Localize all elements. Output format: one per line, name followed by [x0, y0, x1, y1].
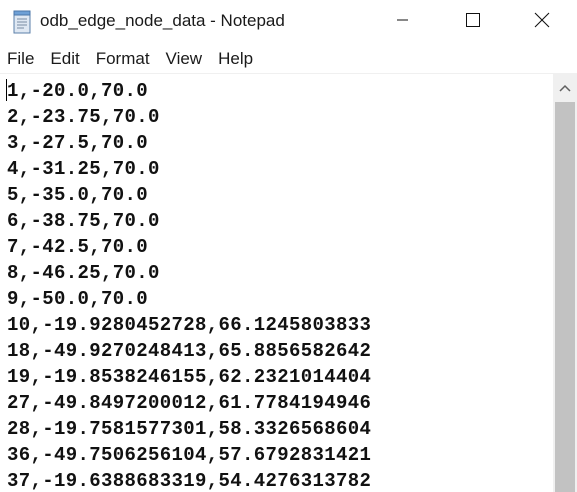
text-line: 8,-46.25,70.0 [7, 262, 160, 284]
title-bar[interactable]: odb_edge_node_data - Notepad [0, 0, 577, 44]
text-line: 6,-38.75,70.0 [7, 210, 160, 232]
text-line: 19,-19.8538246155,62.2321014404 [7, 366, 372, 388]
minimize-icon [397, 13, 409, 31]
scrollbar-thumb[interactable] [555, 102, 575, 492]
text-line: 1,-20.0,70.0 [7, 80, 149, 102]
maximize-icon [466, 12, 480, 32]
text-line: 36,-49.7506256104,57.6792831421 [7, 444, 372, 466]
minimize-button[interactable] [368, 0, 438, 44]
text-line: 27,-49.8497200012,61.7784194946 [7, 392, 372, 414]
menu-bar: File Edit Format View Help [0, 46, 577, 72]
menu-file[interactable]: File [0, 49, 42, 69]
notepad-icon[interactable] [12, 10, 32, 34]
text-line: 37,-19.6388683319,54.4276313782 [7, 470, 372, 492]
text-line: 5,-35.0,70.0 [7, 184, 149, 206]
window-title: odb_edge_node_data - Notepad [40, 11, 285, 30]
notepad-window: odb_edge_node_data - Notepad File Edit F… [0, 0, 577, 492]
close-button[interactable] [507, 0, 577, 44]
scroll-up-arrow-icon [559, 79, 571, 97]
text-line: 28,-19.7581577301,58.3326568604 [7, 418, 372, 440]
text-lines: 1,-20.0,70.0 2,-23.75,70.0 3,-27.5,70.0 … [7, 78, 371, 492]
text-line: 10,-19.9280452728,66.1245803833 [7, 314, 372, 336]
text-line: 9,-50.0,70.0 [7, 288, 149, 310]
text-editor-area[interactable]: 1,-20.0,70.0 2,-23.75,70.0 3,-27.5,70.0 … [0, 74, 553, 492]
vertical-scrollbar[interactable] [553, 74, 577, 492]
text-line: 3,-27.5,70.0 [7, 132, 149, 154]
close-icon [534, 12, 550, 33]
maximize-button[interactable] [438, 0, 508, 44]
scroll-up-button[interactable] [553, 74, 577, 102]
text-line: 7,-42.5,70.0 [7, 236, 149, 258]
menu-edit[interactable]: Edit [42, 49, 87, 69]
text-line: 18,-49.9270248413,65.8856582642 [7, 340, 372, 362]
text-line: 2,-23.75,70.0 [7, 106, 160, 128]
text-line: 4,-31.25,70.0 [7, 158, 160, 180]
menu-format[interactable]: Format [88, 49, 158, 69]
menu-view[interactable]: View [158, 49, 211, 69]
menu-help[interactable]: Help [210, 49, 261, 69]
